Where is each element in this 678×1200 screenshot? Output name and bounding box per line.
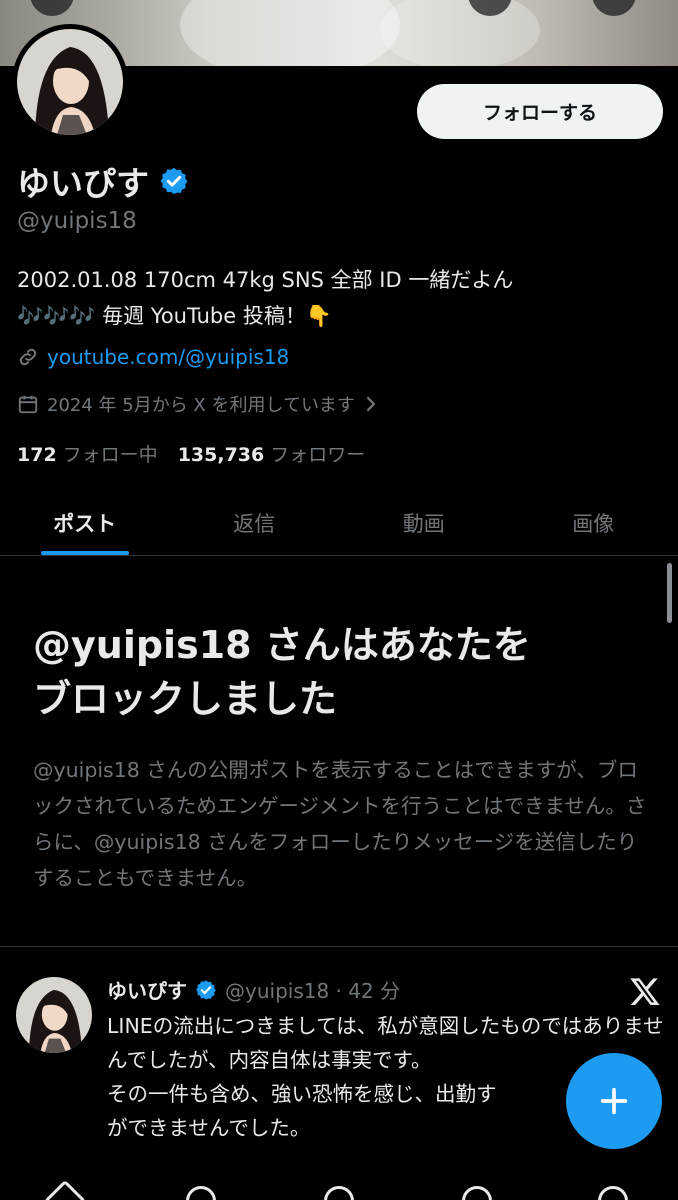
following-count: 172 [17,444,57,466]
blocked-title-line-1: @yuipis18 さんはあなたを [33,623,531,667]
followers-stat[interactable]: 135,736 フォロワー [178,440,366,467]
follow-stats: 172 フォロー中 135,736 フォロワー [17,440,365,467]
followers-count: 135,736 [177,444,265,466]
tweet-handle-time: @yuipis18 · 42 分 [225,979,401,1003]
verified-badge-icon [196,979,216,1000]
calendar-icon [18,395,38,414]
x-logo-icon [630,978,660,1005]
tab-images-label: 画像 [572,511,615,536]
divider [0,946,678,947]
following-stat[interactable]: 172 フォロー中 [17,440,158,467]
followers-label: フォロワー [270,444,366,466]
more-button[interactable] [592,0,636,16]
tab-replies[interactable]: 返信 [170,490,340,555]
tweet-author-name[interactable]: ゆいぴす [107,975,187,1004]
notifications-icon[interactable] [598,1186,628,1200]
joined-row[interactable]: 2024 年 5月から X を利用しています [17,391,379,417]
profile-tabs: ポスト 返信 動画 画像 [0,490,678,556]
blocked-title: @yuipis18 さんはあなたを ブロックしました [33,618,653,726]
display-name: ゆいぴす [17,164,149,203]
bottom-nav [0,1179,678,1200]
blocked-description: @yuipis18 さんの公開ポストを表示することはできますが、ブロックされてい… [33,758,647,890]
people-icon[interactable] [462,1186,492,1200]
scrollbar[interactable] [667,563,672,623]
name-row: ゆいぴす [17,157,189,205]
tab-posts[interactable]: ポスト [0,490,170,555]
plus-icon [600,1087,628,1115]
tweet-header: ゆいぴす @yuipis18 · 42 分 [107,975,400,1004]
tab-videos[interactable]: 動画 [339,490,509,555]
active-tab-indicator [40,551,129,555]
follow-button[interactable]: フォローする [417,84,663,139]
profile-handle: @yuipis18 [17,208,137,234]
blocked-title-line-2: ブロックしました [33,677,338,721]
grok-icon[interactable] [324,1186,354,1200]
profile-avatar[interactable] [12,24,128,140]
tab-images[interactable]: 画像 [509,490,678,555]
tab-replies-label: 返信 [233,511,276,536]
bio-line-1: 2002.01.08 170cm 47kg SNS 全部 ID 一緒だよん [17,268,514,292]
home-icon[interactable] [43,1179,87,1200]
joined-text: 2024 年 5月から X を利用しています [47,395,355,416]
verified-badge-icon [160,167,188,195]
profile-link-row[interactable]: youtube.com/@yuipis18 [17,345,289,369]
tab-videos-label: 動画 [402,511,445,536]
tweet-avatar[interactable] [16,977,92,1053]
chevron-right-icon [366,396,376,412]
compose-button[interactable] [566,1053,662,1149]
following-label: フォロー中 [62,444,158,466]
bio-line-2: 🎶🎶🎶 毎週 YouTube 投稿！👇 [17,304,333,328]
profile-link[interactable]: youtube.com/@yuipis18 [47,345,289,369]
search-icon[interactable] [186,1186,216,1200]
profile-bio: 2002.01.08 170cm 47kg SNS 全部 ID 一緒だよん 🎶🎶… [17,262,513,334]
link-icon [19,348,37,366]
tab-posts-label: ポスト [53,511,117,536]
back-button[interactable] [30,0,74,16]
